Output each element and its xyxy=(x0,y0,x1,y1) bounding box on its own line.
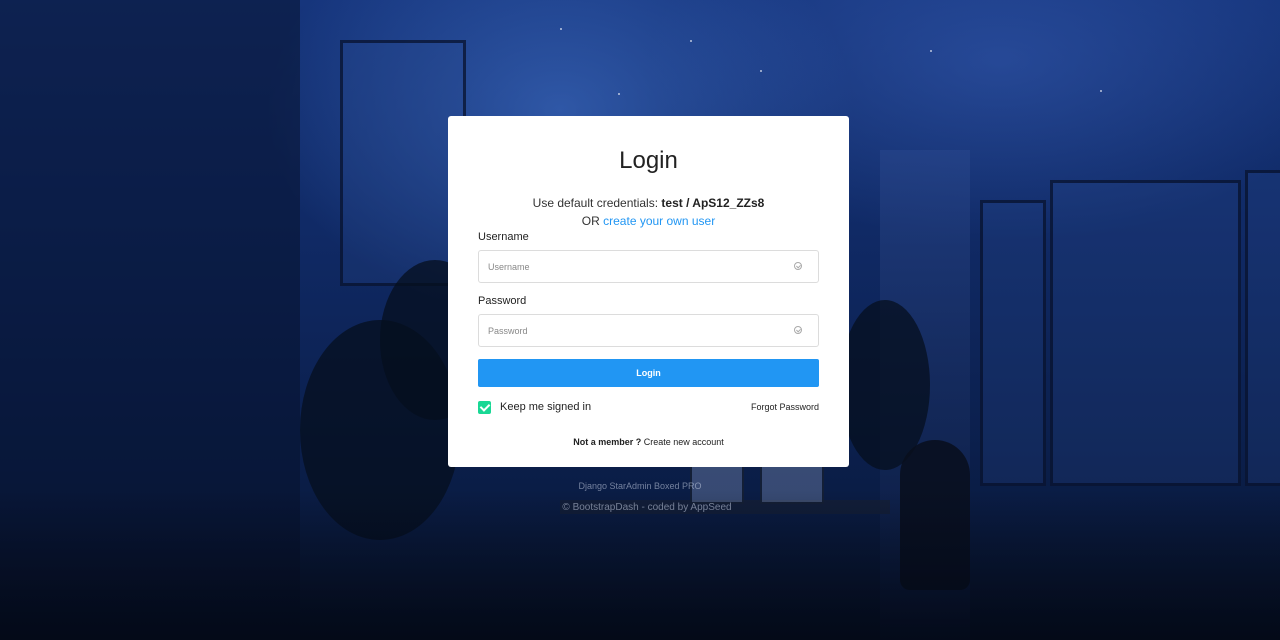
username-label: Username xyxy=(478,231,529,243)
login-page: Login Use default credentials: test / Ap… xyxy=(0,0,1280,640)
star xyxy=(560,28,562,30)
star xyxy=(760,70,762,72)
password-input[interactable] xyxy=(479,315,779,346)
credentials-value: test / ApS12_ZZs8 xyxy=(661,196,765,210)
window-pane xyxy=(980,200,1046,486)
login-card: Login Use default credentials: test / Ap… xyxy=(448,116,849,467)
options-row: Keep me signed in Forgot Password xyxy=(478,399,819,415)
keep-signed-in[interactable]: Keep me signed in xyxy=(478,400,592,414)
username-input[interactable] xyxy=(479,251,779,282)
forgot-password-link[interactable]: Forgot Password xyxy=(751,402,819,412)
checkmark-icon[interactable] xyxy=(478,400,491,414)
signup-prompt: Not a member ? Create new account xyxy=(478,437,819,447)
or-text: OR xyxy=(581,214,600,228)
create-user-link[interactable]: create your own user xyxy=(603,214,715,228)
credentials-hint: Use default credentials: test / ApS12_ZZ… xyxy=(478,194,819,230)
star xyxy=(1100,90,1102,92)
username-field[interactable] xyxy=(478,250,819,283)
footer-brand: Django StarAdmin Boxed PRO xyxy=(578,481,702,491)
password-label: Password xyxy=(478,295,527,307)
keep-signed-in-label: Keep me signed in xyxy=(500,401,592,413)
login-button[interactable]: Login xyxy=(478,359,819,387)
not-member-text: Not a member ? xyxy=(573,437,642,447)
star xyxy=(690,40,692,42)
footer-copyright: © BootstrapDash - coded by AppSeed xyxy=(562,502,732,513)
credentials-prefix: Use default credentials: xyxy=(532,196,659,210)
star xyxy=(618,93,620,95)
star xyxy=(930,50,932,52)
password-field[interactable] xyxy=(478,314,819,347)
page-title: Login xyxy=(619,147,678,174)
check-circle-icon xyxy=(794,326,802,334)
check-circle-icon xyxy=(794,262,802,270)
window-pane xyxy=(1245,170,1280,486)
window-pane xyxy=(1050,180,1241,486)
create-account-link[interactable]: Create new account xyxy=(644,437,724,447)
